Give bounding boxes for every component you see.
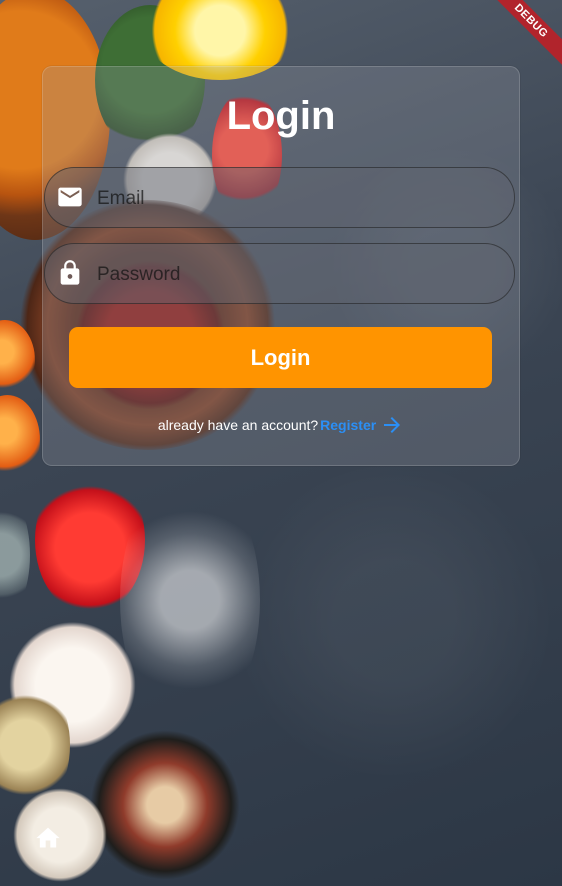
email-input[interactable] <box>95 168 499 229</box>
register-prompt: already have an account? <box>157 417 319 433</box>
login-button[interactable]: Login <box>69 327 492 388</box>
sea-salt <box>120 470 260 730</box>
arrow-right-icon[interactable] <box>380 413 404 437</box>
glass-jar <box>0 490 30 620</box>
register-link[interactable]: Register <box>320 413 404 437</box>
page-title: Login <box>226 94 336 138</box>
email-field[interactable] <box>44 167 515 229</box>
password-field[interactable] <box>44 243 515 305</box>
register-link-label[interactable]: Register <box>320 417 376 433</box>
cherry-tomato <box>0 395 40 485</box>
lock-icon <box>60 260 80 285</box>
register-row: already have an account? Register <box>0 413 562 437</box>
password-input[interactable] <box>95 244 499 305</box>
home-icon[interactable] <box>34 824 62 850</box>
mail-icon <box>58 187 82 207</box>
